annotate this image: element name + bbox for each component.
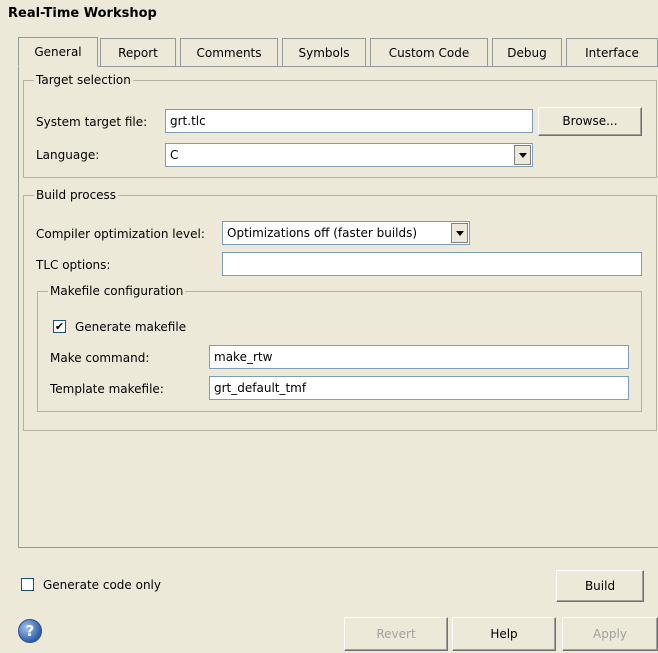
- chevron-down-icon[interactable]: [514, 145, 531, 165]
- generate-code-only-label: Generate code only: [43, 578, 161, 592]
- language-dropdown[interactable]: C: [165, 143, 533, 167]
- template-makefile-label: Template makefile:: [50, 382, 164, 396]
- group-legend: Build process: [34, 188, 119, 202]
- system-target-file-field[interactable]: grt.tlc: [165, 109, 533, 133]
- tab-report[interactable]: Report: [100, 38, 176, 66]
- language-label: Language:: [36, 148, 100, 162]
- tab-interface[interactable]: Interface: [566, 38, 658, 66]
- build-button[interactable]: Build: [556, 570, 644, 602]
- compiler-optimization-label: Compiler optimization level:: [36, 227, 205, 241]
- help-icon[interactable]: ?: [18, 619, 42, 643]
- group-legend: Target selection: [34, 73, 133, 87]
- make-command-field[interactable]: make_rtw: [209, 345, 629, 369]
- checkmark-icon: ✔: [54, 320, 65, 333]
- group-legend: Makefile configuration: [48, 284, 186, 298]
- tlc-options-label: TLC options:: [36, 258, 111, 272]
- language-value: C: [170, 148, 179, 162]
- generate-makefile-label: Generate makefile: [75, 320, 187, 334]
- tab-symbols[interactable]: Symbols: [282, 38, 366, 66]
- generate-makefile-checkbox[interactable]: ✔: [53, 320, 66, 333]
- tab-general[interactable]: General: [18, 37, 98, 67]
- compiler-optimization-value: Optimizations off (faster builds): [227, 226, 418, 240]
- revert-button[interactable]: Revert: [344, 617, 448, 651]
- make-command-label: Make command:: [50, 351, 150, 365]
- tab-label: Report: [118, 46, 158, 60]
- compiler-optimization-dropdown[interactable]: Optimizations off (faster builds): [222, 221, 470, 245]
- apply-button[interactable]: Apply: [562, 617, 658, 651]
- window-title: Real-Time Workshop: [8, 6, 157, 21]
- tab-label: Custom Code: [388, 46, 470, 60]
- tab-label: Interface: [585, 46, 639, 60]
- tab-comments[interactable]: Comments: [180, 38, 278, 66]
- system-target-file-label: System target file:: [36, 115, 148, 129]
- tab-label: Debug: [507, 46, 547, 60]
- help-button[interactable]: Help: [452, 617, 556, 651]
- tab-debug[interactable]: Debug: [492, 38, 562, 66]
- tab-custom-code[interactable]: Custom Code: [370, 38, 488, 66]
- tlc-options-field[interactable]: [222, 252, 642, 276]
- tab-label: Symbols: [298, 46, 350, 60]
- tab-label: General: [34, 45, 82, 59]
- generate-code-only-checkbox[interactable]: [21, 578, 34, 591]
- tab-label: Comments: [196, 46, 262, 60]
- template-makefile-field[interactable]: grt_default_tmf: [209, 376, 629, 400]
- browse-button[interactable]: Browse...: [538, 107, 642, 136]
- chevron-down-icon[interactable]: [451, 223, 468, 243]
